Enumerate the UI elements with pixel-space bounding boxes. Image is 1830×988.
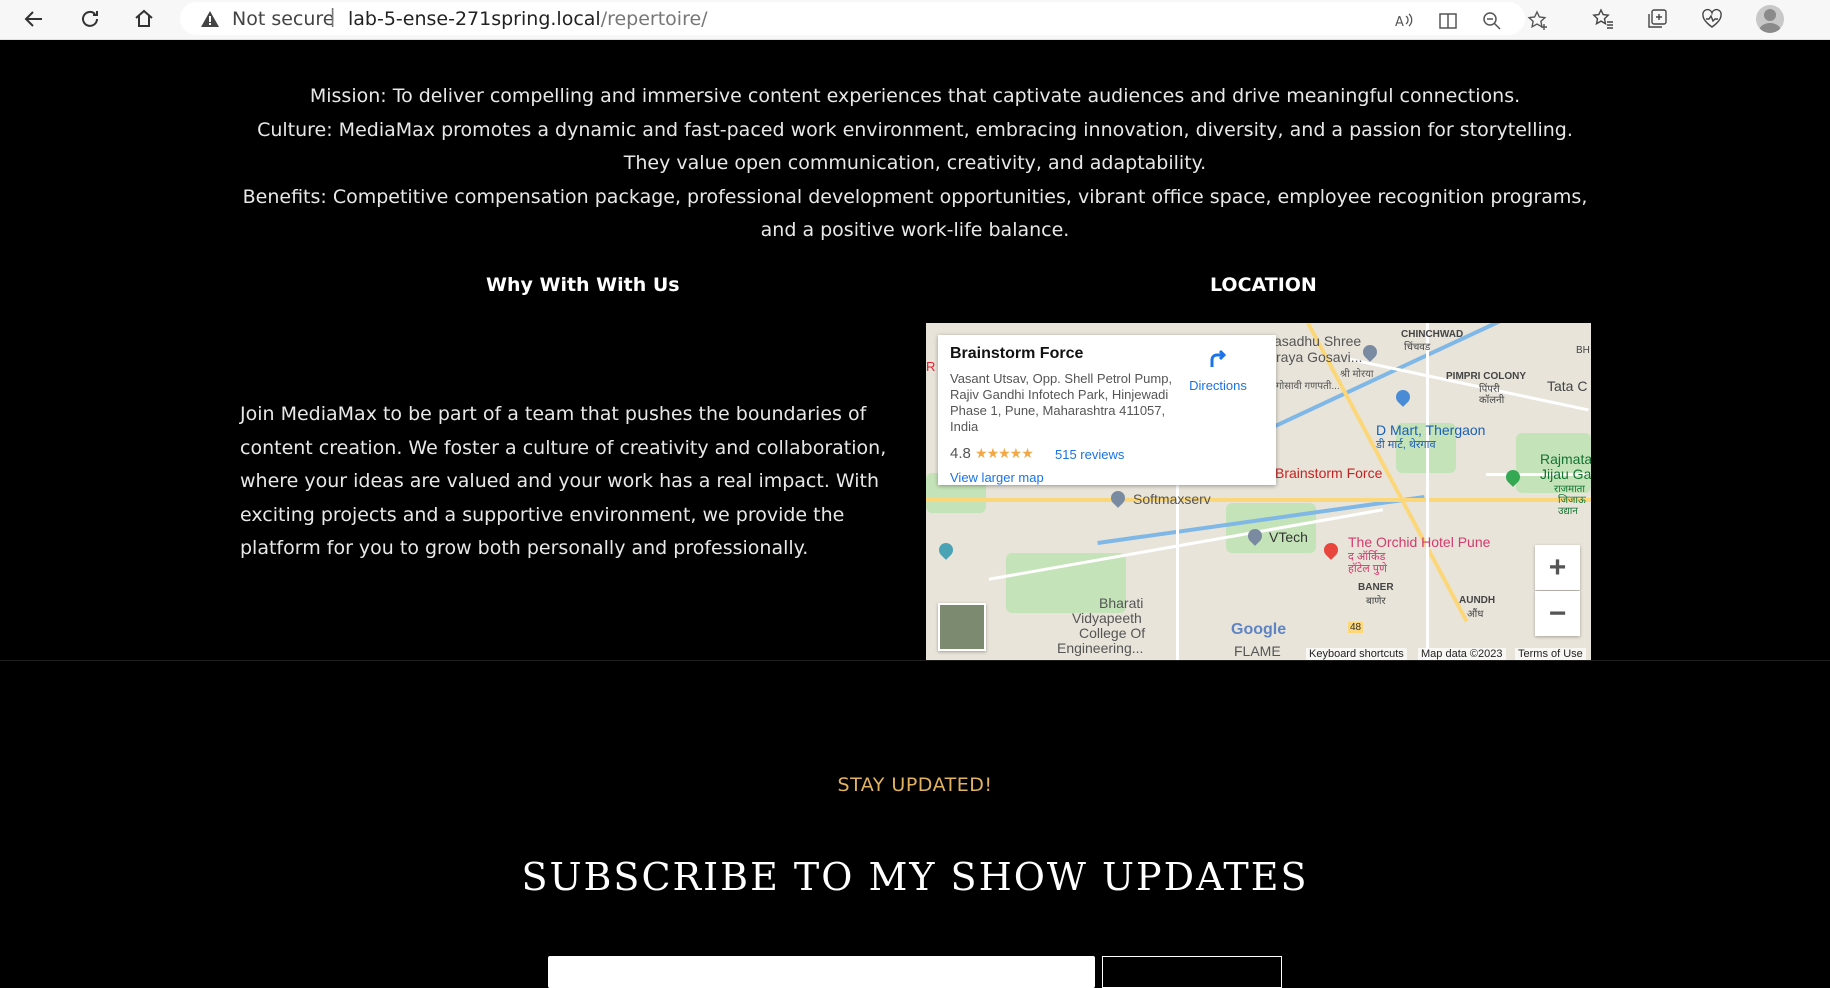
company-title: MEDIA MIX bbox=[0, 18, 1830, 40]
map-label-aundh: AUNDH bbox=[1459, 595, 1496, 606]
email-input[interactable] bbox=[548, 956, 1095, 988]
location-heading: LOCATION bbox=[1210, 274, 1317, 296]
map-label-gosavi-local: गोसावी गणपती... bbox=[1276, 381, 1340, 392]
stay-updated-label: STAY UPDATED! bbox=[837, 774, 993, 796]
place-info-card: Brainstorm Force Vasant Utsav, Opp. Shel… bbox=[938, 335, 1276, 485]
why-text: Join MediaMax to be part of a team that … bbox=[240, 403, 887, 560]
place-address: Vasant Utsav, Opp. Shell Petrol Pump, Ra… bbox=[950, 371, 1173, 434]
shopping-pin-icon[interactable] bbox=[1393, 387, 1413, 407]
section-divider bbox=[0, 660, 1830, 661]
minus-icon: − bbox=[1548, 596, 1567, 630]
place-name: Brainstorm Force bbox=[950, 345, 1084, 362]
map-label-rajmata: Rajmata bbox=[1540, 451, 1591, 467]
map-label-jijau: Jijau Gard bbox=[1540, 466, 1591, 482]
map-label-vtech[interactable]: VTech bbox=[1269, 529, 1308, 545]
culture-text: Culture: MediaMax promotes a dynamic and… bbox=[257, 118, 1573, 175]
map-data-label: Map data ©2023 bbox=[1418, 648, 1506, 660]
map-label-baner-local: बाणेर bbox=[1366, 596, 1386, 607]
map-label-pimpri-local2: कॉलनी bbox=[1479, 395, 1505, 406]
map-label-orchid[interactable]: The Orchid Hotel Pune bbox=[1348, 534, 1490, 550]
map-label-orchid-local2: हॉटेल पुणे bbox=[1348, 563, 1387, 575]
map-label-dmart-local: डी मार्ट, थेरगाव bbox=[1376, 439, 1436, 451]
benefits-text: Benefits: Competitive compensation packa… bbox=[242, 185, 1588, 242]
map-label-tata: Tata C bbox=[1547, 378, 1588, 394]
directions-icon bbox=[1210, 349, 1227, 367]
map-label-baner: BANER bbox=[1358, 582, 1394, 593]
map-footer: Keyboard shortcuts Map data ©2023 Terms … bbox=[926, 645, 1591, 661]
satellite-toggle[interactable] bbox=[938, 603, 986, 651]
mission-text: Mission: To deliver compelling and immer… bbox=[309, 85, 1521, 107]
terms-of-use-link[interactable]: Terms of Use bbox=[1515, 648, 1586, 660]
map-label-softmaxserv[interactable]: Softmaxserv bbox=[1133, 491, 1211, 507]
directions-label: Directions bbox=[1189, 378, 1247, 393]
map-label-aundh-local: औंध bbox=[1467, 609, 1484, 620]
google-logo: Google bbox=[1231, 621, 1287, 638]
keyboard-shortcuts-link[interactable]: Keyboard shortcuts bbox=[1306, 648, 1407, 660]
plus-icon: + bbox=[1548, 550, 1567, 584]
map-label-dmart[interactable]: D Mart, Thergaon bbox=[1376, 422, 1485, 438]
map-label-gosavi: raya Gosavi... bbox=[1276, 349, 1363, 365]
subscribe-heading: SUBSCRIBE TO MY SHOW UPDATES bbox=[521, 855, 1309, 899]
map-label-bharati3: College Of bbox=[1079, 625, 1146, 641]
subscribe-button[interactable] bbox=[1102, 956, 1282, 988]
rating: 4.8 ★★★★★ bbox=[950, 445, 1034, 462]
map-label-brainstorm[interactable]: Brainstorm Force bbox=[1275, 465, 1382, 481]
zoom-in-button[interactable]: + bbox=[1535, 545, 1580, 590]
place-pin-icon[interactable] bbox=[1108, 488, 1128, 508]
map-label-shri-morya: श्री मोरया bbox=[1340, 369, 1374, 380]
zoom-out-button[interactable]: − bbox=[1535, 591, 1580, 636]
map-label-bharati2: Vidyapeeth bbox=[1072, 610, 1142, 626]
map-label-chinchwad-local: चिंचवड bbox=[1404, 342, 1431, 353]
map-highway bbox=[926, 498, 1591, 502]
temple-pin-icon[interactable] bbox=[1360, 342, 1380, 362]
google-map[interactable]: R CHINCHWAD चिंचवड asadhu Shree raya Gos… bbox=[926, 323, 1591, 661]
highway-shield: 48 bbox=[1348, 622, 1364, 633]
map-label-edge-bh: BH bbox=[1576, 345, 1590, 356]
view-larger-map-link[interactable]: View larger map bbox=[950, 470, 1044, 485]
hotel-pin-icon[interactable] bbox=[1321, 540, 1341, 560]
company-description: Mission: To deliver compelling and immer… bbox=[240, 80, 1590, 248]
map-road bbox=[1426, 323, 1429, 661]
map-label-edge: R bbox=[926, 359, 936, 374]
rating-stars: ★★★★★ bbox=[975, 445, 1034, 461]
map-label-rajmata-local3: उद्यान bbox=[1558, 506, 1578, 517]
camera-pin-icon[interactable] bbox=[936, 540, 956, 560]
map-road bbox=[1176, 483, 1179, 661]
why-heading: Why With With Us bbox=[486, 274, 680, 296]
map-label-bharati1[interactable]: Bharati bbox=[1099, 595, 1143, 611]
directions-button[interactable]: Directions bbox=[1178, 347, 1258, 393]
reviews-link[interactable]: 515 reviews bbox=[1055, 447, 1124, 462]
map-label-sadhu: asadhu Shree bbox=[1274, 333, 1362, 349]
map-road bbox=[988, 508, 1384, 581]
rating-value: 4.8 bbox=[950, 445, 971, 462]
